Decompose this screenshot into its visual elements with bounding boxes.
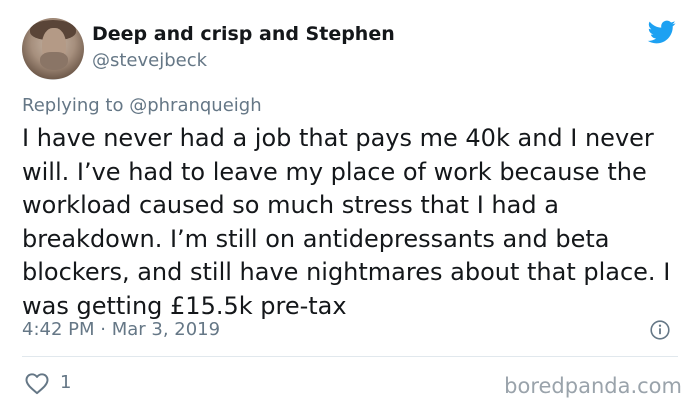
avatar[interactable] — [22, 18, 84, 80]
tweet-text: I have never had a job that pays me 40k … — [22, 124, 671, 320]
info-icon[interactable] — [650, 320, 670, 340]
twitter-bird-icon[interactable] — [646, 18, 678, 46]
user-handle[interactable]: @stevejbeck — [92, 50, 207, 71]
display-name[interactable]: Deep and crisp and Stephen — [92, 23, 395, 45]
reply-prefix: Replying to — [22, 95, 130, 116]
tweet-timestamp[interactable]: 4:42 PM · Mar 3, 2019 — [22, 319, 220, 340]
like-count: 1 — [60, 372, 72, 393]
reply-context: Replying to @phranqueigh — [22, 95, 262, 116]
divider — [22, 356, 678, 357]
source-watermark: boredpanda.com — [504, 374, 682, 398]
reply-mention-link[interactable]: @phranqueigh — [129, 95, 261, 116]
heart-icon[interactable] — [24, 371, 50, 395]
tweet-card: Deep and crisp and Stephen @stevejbeck R… — [0, 0, 700, 410]
avatar-beard — [40, 52, 68, 70]
